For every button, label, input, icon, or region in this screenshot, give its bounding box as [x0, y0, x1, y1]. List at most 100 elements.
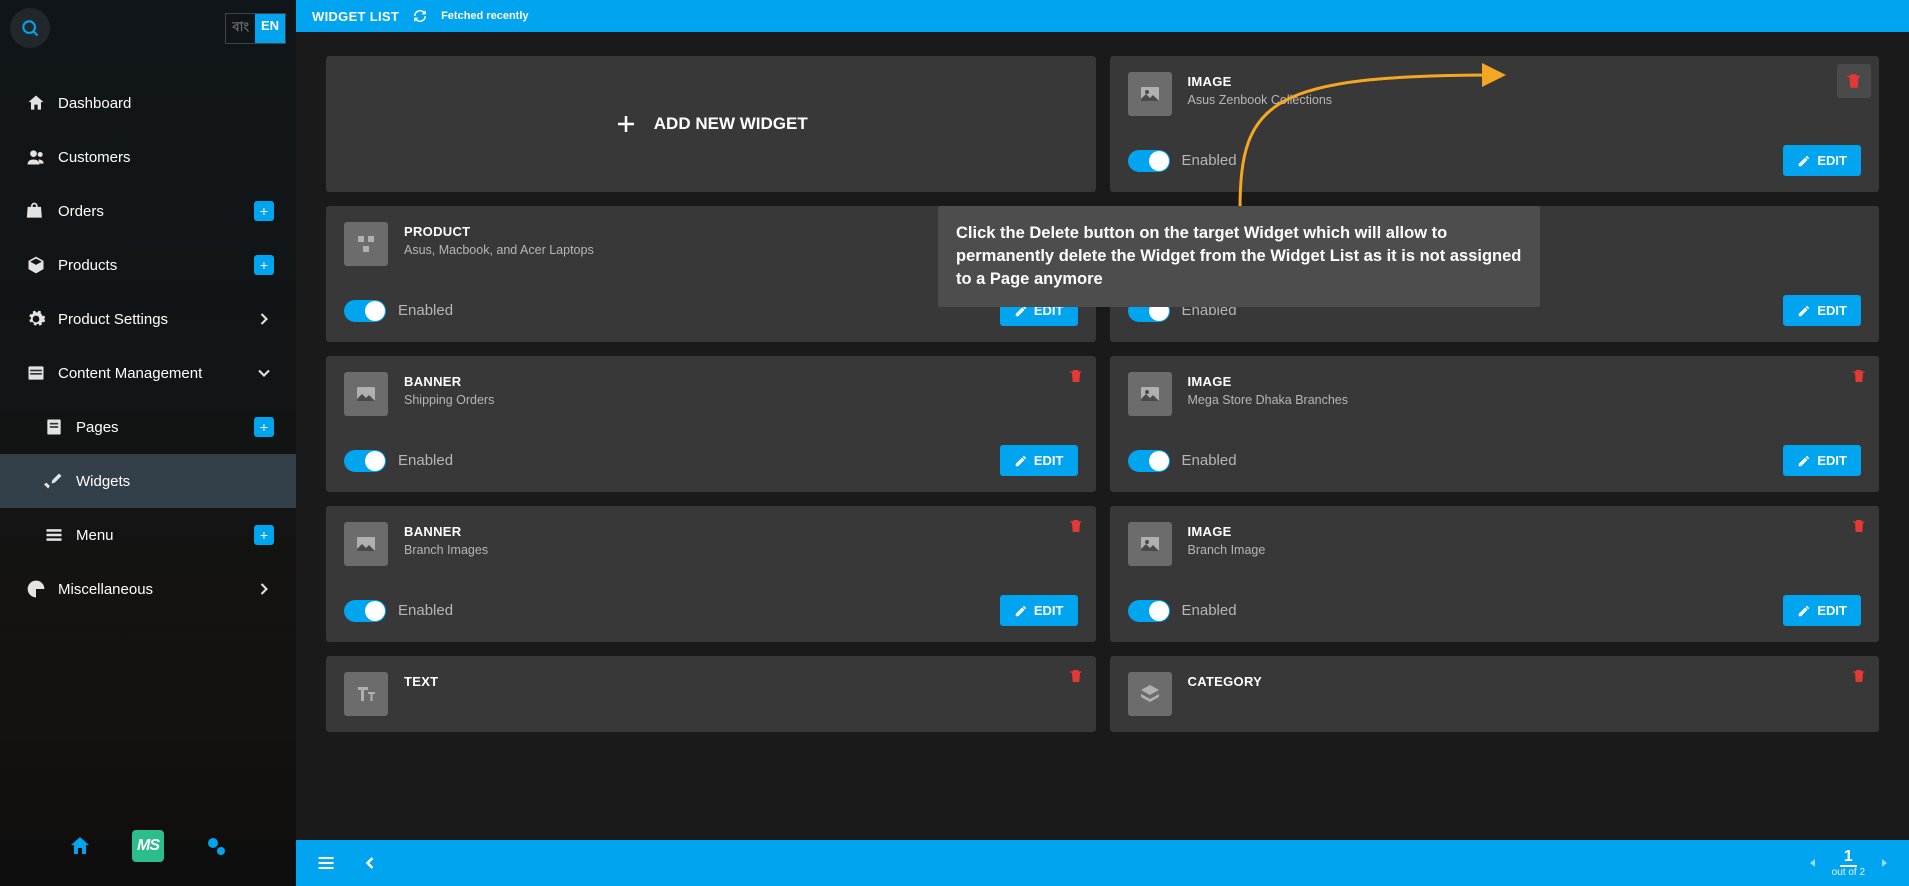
widget-card: IMAGE Asus Zenbook Collections Enabled E… — [1110, 56, 1880, 192]
delete-button[interactable] — [1851, 668, 1867, 684]
widget-type: IMAGE — [1188, 374, 1349, 389]
language-switch[interactable]: বাং EN — [225, 13, 286, 44]
edit-button[interactable]: EDIT — [1000, 595, 1078, 626]
hint-tooltip: Click the Delete button on the target Wi… — [938, 206, 1540, 307]
edit-label: EDIT — [1817, 153, 1847, 168]
bag-icon — [22, 201, 50, 221]
refresh-icon[interactable] — [413, 9, 427, 23]
widget-card: BANNER Branch Images Enabled EDIT — [326, 506, 1096, 642]
nav-products[interactable]: Products + — [0, 238, 296, 292]
enabled-label: Enabled — [398, 452, 453, 469]
nav-prodset-label: Product Settings — [58, 311, 254, 328]
nav-content-label: Content Management — [58, 365, 254, 382]
widget-card: IMAGE Mega Store Dhaka Branches Enabled … — [1110, 356, 1880, 492]
widget-type: PRODUCT — [404, 224, 594, 239]
add-widget-label: ADD NEW WIDGET — [654, 114, 808, 134]
chevron-right-icon — [254, 579, 274, 599]
edit-button[interactable]: EDIT — [1783, 445, 1861, 476]
nav-widgets[interactable]: Widgets — [0, 454, 296, 508]
enabled-toggle[interactable] — [344, 450, 386, 472]
page-number: 1 — [1840, 848, 1857, 868]
nav-dashboard[interactable]: Dashboard — [0, 76, 296, 130]
sidebar-top: বাং EN — [0, 0, 296, 56]
widget-grid-wrap: ADD NEW WIDGET IMAGE Asus Zenbook Collec… — [296, 32, 1909, 840]
enabled-toggle[interactable] — [344, 300, 386, 322]
enabled-label: Enabled — [1182, 452, 1237, 469]
widget-card: BANNER Shipping Orders Enabled EDIT — [326, 356, 1096, 492]
sidebar: বাং EN Dashboard Customers Orders + Prod… — [0, 0, 296, 886]
home-icon — [22, 93, 50, 113]
nav-pages[interactable]: Pages + — [0, 400, 296, 454]
nav-menu[interactable]: Menu + — [0, 508, 296, 562]
delete-button[interactable] — [1851, 368, 1867, 384]
enabled-toggle[interactable] — [1128, 600, 1170, 622]
nav-products-label: Products — [58, 257, 254, 274]
nav-pages-label: Pages — [76, 419, 254, 436]
widget-grid: ADD NEW WIDGET IMAGE Asus Zenbook Collec… — [326, 56, 1879, 732]
text-icon — [344, 672, 388, 716]
users-icon — [22, 147, 50, 167]
pie-icon — [22, 579, 50, 599]
list-icon — [40, 525, 68, 545]
nav-customers[interactable]: Customers — [0, 130, 296, 184]
menu-icon[interactable] — [316, 853, 336, 873]
enabled-toggle[interactable] — [1128, 450, 1170, 472]
nav-list: Dashboard Customers Orders + Products + … — [0, 76, 296, 806]
home-icon[interactable] — [68, 834, 92, 858]
edit-label: EDIT — [1817, 603, 1847, 618]
tools-icon — [40, 471, 68, 491]
nav-misc-label: Miscellaneous — [58, 581, 254, 598]
edit-label: EDIT — [1034, 603, 1064, 618]
nav-product-settings[interactable]: Product Settings — [0, 292, 296, 346]
widget-card: CATEGORY — [1110, 656, 1880, 732]
widget-type: TEXT — [404, 674, 438, 689]
enabled-label: Enabled — [398, 602, 453, 619]
nav-customers-label: Customers — [58, 149, 274, 166]
page-title: WIDGET LIST — [312, 9, 399, 24]
settings-gears-icon[interactable] — [204, 834, 228, 858]
products-add-button[interactable]: + — [254, 255, 274, 275]
enabled-label: Enabled — [1182, 602, 1237, 619]
widget-card: TEXT — [326, 656, 1096, 732]
delete-button[interactable] — [1837, 64, 1871, 98]
enabled-toggle[interactable] — [344, 600, 386, 622]
nav-content-management[interactable]: Content Management — [0, 346, 296, 400]
nav-menu-label: Menu — [76, 527, 254, 544]
edit-label: EDIT — [1817, 303, 1847, 318]
pages-add-button[interactable]: + — [254, 417, 274, 437]
edit-button[interactable]: EDIT — [1783, 595, 1861, 626]
widget-type: IMAGE — [1188, 74, 1333, 89]
page-prev[interactable] — [1808, 858, 1818, 868]
delete-button[interactable] — [1851, 518, 1867, 534]
nav-orders[interactable]: Orders + — [0, 184, 296, 238]
widget-subtitle: Branch Images — [404, 543, 488, 557]
delete-button[interactable] — [1068, 518, 1084, 534]
back-button[interactable] — [360, 853, 380, 873]
widget-subtitle: Asus, Macbook, and Acer Laptops — [404, 243, 594, 257]
lang-bn[interactable]: বাং — [226, 14, 255, 43]
enabled-toggle[interactable] — [1128, 150, 1170, 172]
plus-icon — [614, 112, 638, 136]
widget-subtitle: Mega Store Dhaka Branches — [1188, 393, 1349, 407]
orders-add-button[interactable]: + — [254, 201, 274, 221]
edit-button[interactable]: EDIT — [1783, 295, 1861, 326]
app-logo[interactable]: MS — [132, 830, 164, 862]
nav-miscellaneous[interactable]: Miscellaneous — [0, 562, 296, 616]
nav-orders-label: Orders — [58, 203, 254, 220]
search-button[interactable] — [10, 8, 50, 48]
delete-button[interactable] — [1068, 368, 1084, 384]
menu-add-button[interactable]: + — [254, 525, 274, 545]
edit-button[interactable]: EDIT — [1783, 145, 1861, 176]
image-icon — [1128, 372, 1172, 416]
widget-card: IMAGE Branch Image Enabled EDIT — [1110, 506, 1880, 642]
edit-button[interactable]: EDIT — [1000, 445, 1078, 476]
box-icon — [22, 255, 50, 275]
add-widget-card[interactable]: ADD NEW WIDGET — [326, 56, 1096, 192]
edit-label: EDIT — [1817, 453, 1847, 468]
page-next[interactable] — [1879, 858, 1889, 868]
search-icon — [20, 18, 40, 38]
enabled-label: Enabled — [1182, 152, 1237, 169]
lang-en[interactable]: EN — [255, 14, 285, 43]
delete-button[interactable] — [1068, 668, 1084, 684]
fetched-label: Fetched recently — [441, 10, 528, 22]
